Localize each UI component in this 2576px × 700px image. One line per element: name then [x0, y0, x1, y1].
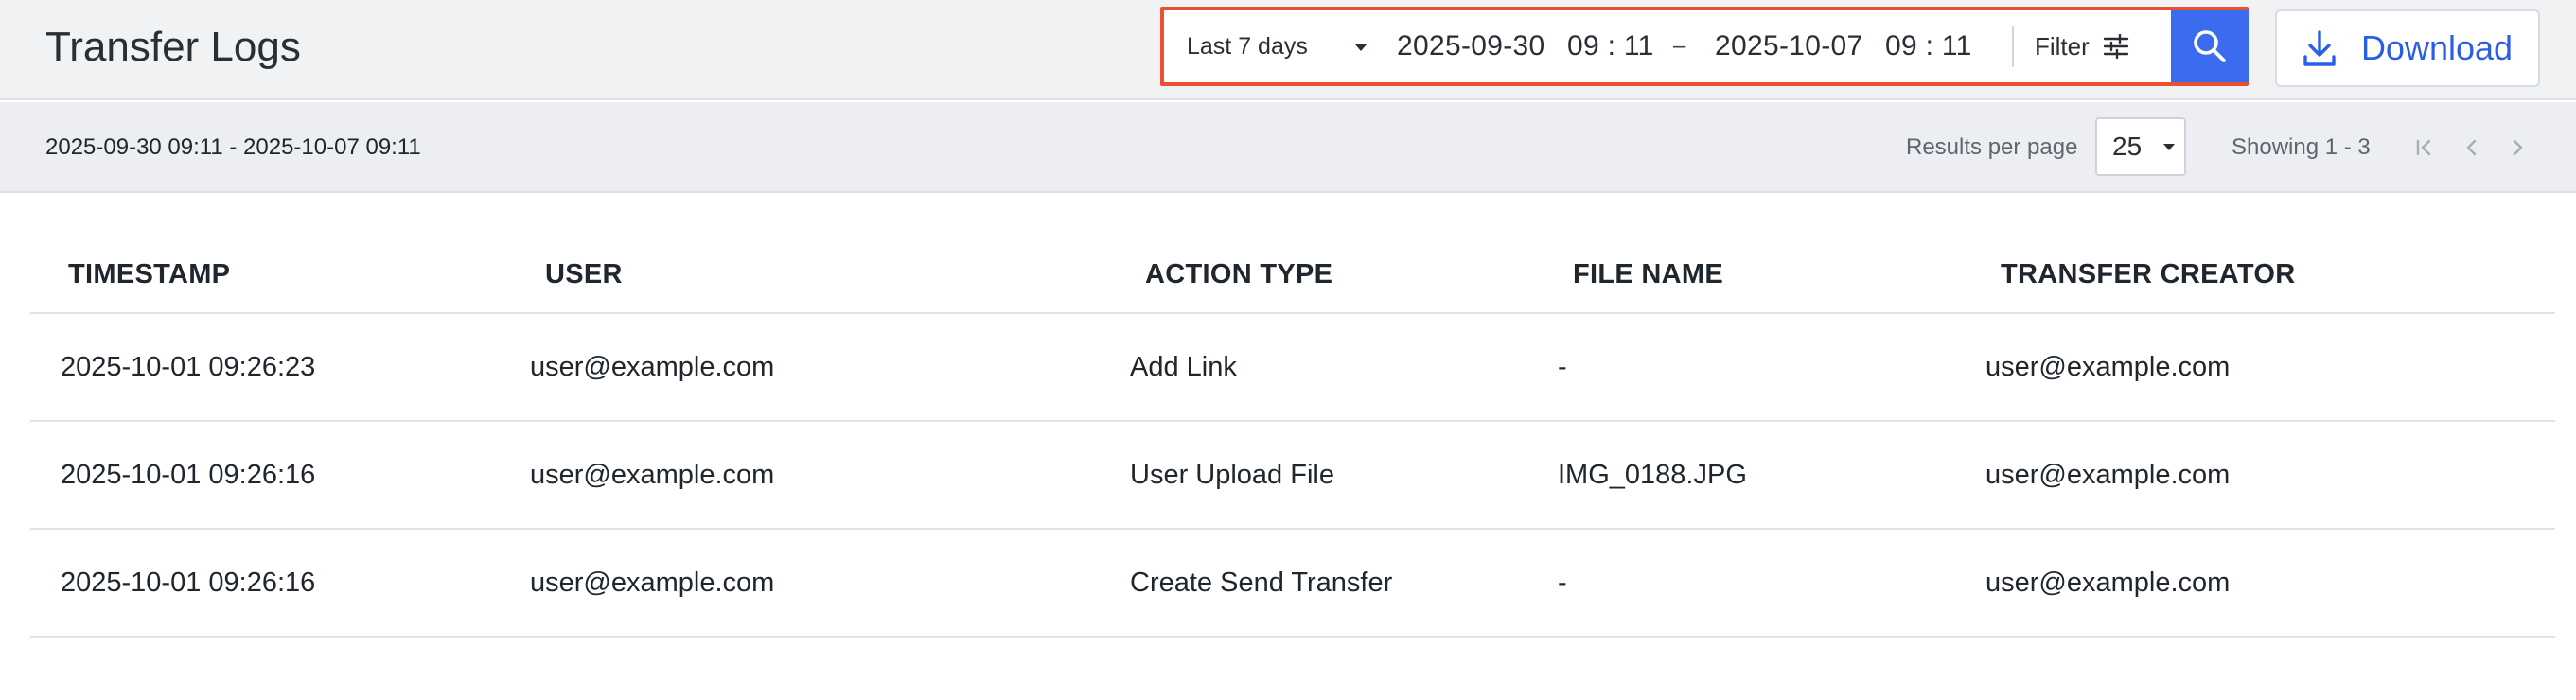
- column-header-timestamp[interactable]: TIMESTAMP: [68, 259, 230, 290]
- start-time-input[interactable]: 09 : 11: [1567, 10, 1654, 82]
- first-page-button[interactable]: [2408, 131, 2442, 165]
- cell-user: user@example.com: [530, 567, 775, 598]
- cell-file-name: IMG_0188.JPG: [1558, 459, 1747, 490]
- prev-page-button[interactable]: [2455, 131, 2489, 165]
- cell-user: user@example.com: [530, 351, 775, 382]
- range-preset-value: Last 7 days: [1187, 32, 1308, 60]
- filter-button[interactable]: Filter: [2035, 10, 2148, 82]
- search-button[interactable]: [2171, 10, 2249, 82]
- cell-timestamp: 2025-10-01 09:26:16: [61, 459, 316, 490]
- cell-action-type: Add Link: [1130, 351, 1237, 382]
- search-icon: [2194, 30, 2226, 62]
- download-button-label: Download: [2360, 28, 2514, 67]
- table-row[interactable]: 2025-10-01 09:26:16 user@example.com Use…: [30, 422, 2555, 530]
- cell-file-name: -: [1558, 351, 1567, 382]
- download-icon: [2303, 30, 2336, 66]
- filter-button-label: Filter: [2035, 31, 2090, 61]
- first-page-icon: [2416, 139, 2431, 156]
- range-separator: –: [1673, 33, 1686, 59]
- column-header-user[interactable]: USER: [545, 259, 623, 290]
- table-row[interactable]: 2025-10-01 09:26:23 user@example.com Add…: [30, 314, 2555, 422]
- transfer-logs-table: TIMESTAMP USER ACTION TYPE FILE NAME TRA…: [30, 193, 2555, 638]
- caret-down-icon[interactable]: [1355, 44, 1367, 51]
- selected-range-text: 2025-09-30 09:11 - 2025-10-07 09:11: [45, 134, 421, 160]
- start-date-input[interactable]: 2025-09-30: [1397, 10, 1544, 82]
- end-time-input[interactable]: 09 : 11: [1885, 10, 1972, 82]
- cell-file-name: -: [1558, 567, 1567, 598]
- range-preset-select[interactable]: Last 7 days: [1187, 10, 1376, 82]
- cell-user: user@example.com: [530, 459, 775, 490]
- download-button[interactable]: Download: [2275, 9, 2540, 87]
- cell-timestamp: 2025-10-01 09:26:16: [61, 567, 316, 598]
- results-per-page-select[interactable]: 25: [2095, 117, 2186, 176]
- results-toolbar: 2025-09-30 09:11 - 2025-10-07 09:11 Resu…: [0, 102, 2576, 193]
- table-header: TIMESTAMP USER ACTION TYPE FILE NAME TRA…: [30, 193, 2555, 314]
- cell-transfer-creator: user@example.com: [1985, 567, 2231, 598]
- column-header-transfer-creator[interactable]: TRANSFER CREATOR: [2001, 259, 2295, 290]
- page-title: Transfer Logs: [45, 24, 301, 70]
- sliders-icon: [2103, 34, 2128, 59]
- results-per-page-value: 25: [2112, 131, 2143, 161]
- date-range-filter-bar: Last 7 days 2025-09-30 09 : 11 – 2025-10…: [1160, 7, 2249, 86]
- results-per-page-label: Results per page: [1906, 134, 2078, 160]
- column-header-file-name[interactable]: FILE NAME: [1573, 259, 1723, 290]
- cell-action-type: Create Send Transfer: [1130, 567, 1393, 598]
- chevron-left-icon: [2466, 139, 2477, 156]
- cell-timestamp: 2025-10-01 09:26:23: [61, 351, 316, 382]
- cell-transfer-creator: user@example.com: [1985, 459, 2231, 490]
- cell-action-type: User Upload File: [1130, 459, 1334, 490]
- caret-down-icon: [2163, 144, 2175, 150]
- next-page-button[interactable]: [2500, 131, 2534, 165]
- showing-count: Showing 1 - 3: [2232, 134, 2371, 160]
- cell-transfer-creator: user@example.com: [1985, 351, 2231, 382]
- table-row[interactable]: 2025-10-01 09:26:16 user@example.com Cre…: [30, 530, 2555, 638]
- filter-divider: [2012, 26, 2014, 67]
- column-header-action-type[interactable]: ACTION TYPE: [1145, 259, 1332, 290]
- page-header: Transfer Logs Last 7 days 2025-09-30 09 …: [0, 0, 2576, 100]
- chevron-right-icon: [2513, 139, 2523, 156]
- end-date-input[interactable]: 2025-10-07: [1715, 10, 1862, 82]
